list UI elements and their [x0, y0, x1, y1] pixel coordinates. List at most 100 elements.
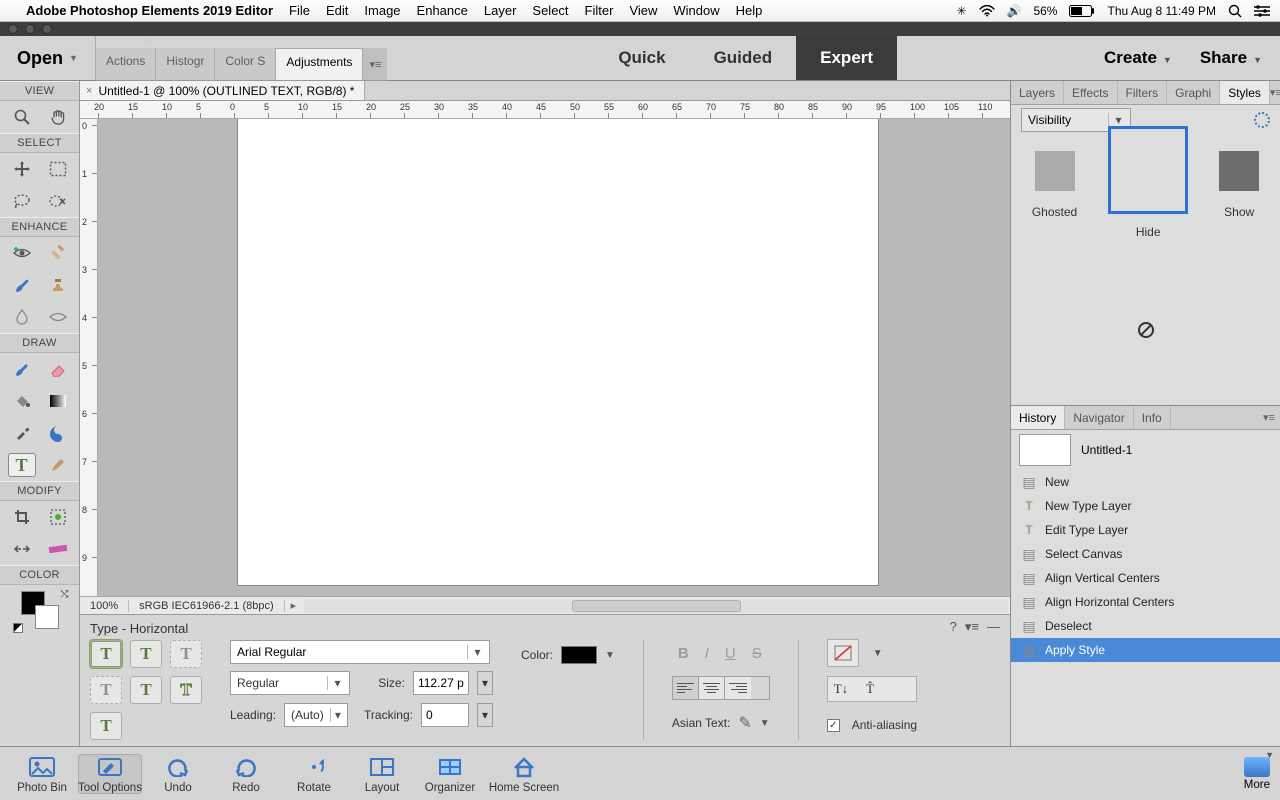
- history-item[interactable]: TNew Type Layer: [1011, 494, 1280, 518]
- wifi-icon[interactable]: [979, 5, 995, 17]
- clone-stamp-tool[interactable]: [44, 273, 72, 297]
- history-item[interactable]: ▤Align Vertical Centers: [1011, 566, 1280, 590]
- task-tool-options[interactable]: Tool Options: [78, 754, 142, 794]
- swap-colors-icon[interactable]: ⤭: [61, 589, 69, 600]
- type-on-selection-variant[interactable]: T: [90, 712, 122, 740]
- type-mask-vertical-variant[interactable]: T: [90, 676, 122, 704]
- recompose-tool[interactable]: [44, 505, 72, 529]
- tracking-input[interactable]: [421, 703, 469, 727]
- statusbar-flyout[interactable]: ▸: [285, 599, 303, 612]
- menu-layer[interactable]: Layer: [484, 3, 517, 18]
- app-name[interactable]: Adobe Photoshop Elements 2019 Editor: [26, 3, 273, 18]
- panel-tab-actions[interactable]: Actions×: [96, 48, 156, 80]
- content-aware-move-tool[interactable]: [8, 537, 36, 561]
- bottom-tabs-overflow[interactable]: ▾≡: [1258, 406, 1280, 429]
- control-center-icon[interactable]: [1254, 5, 1270, 17]
- zoom-tool[interactable]: [8, 105, 36, 129]
- align-left-button[interactable]: [673, 677, 699, 699]
- style-category-hide[interactable]: Hide: [1111, 151, 1185, 239]
- ruler-horizontal[interactable]: 2015105051015202530354045505560657075808…: [80, 101, 1010, 119]
- battery-icon[interactable]: [1069, 5, 1095, 17]
- task-home-screen[interactable]: Home Screen: [486, 754, 562, 794]
- type-horizontal-variant[interactable]: T: [90, 640, 122, 668]
- warp-dropdown[interactable]: ▼: [873, 648, 883, 659]
- lasso-tool[interactable]: [8, 189, 36, 213]
- history-item[interactable]: ▤Select Canvas: [1011, 542, 1280, 566]
- sponge-tool[interactable]: [44, 305, 72, 329]
- mode-quick[interactable]: Quick: [594, 36, 689, 80]
- type-mask-horizontal-variant[interactable]: T: [170, 640, 202, 668]
- anti-alias-checkbox[interactable]: ✓: [827, 719, 840, 732]
- move-tool[interactable]: [8, 157, 36, 181]
- asian-text-toggle[interactable]: ✎: [738, 713, 751, 733]
- warp-text-button[interactable]: [827, 639, 859, 667]
- open-button[interactable]: Open▼: [0, 36, 96, 80]
- tab-info[interactable]: Info: [1134, 406, 1171, 429]
- task-more[interactable]: More ▼: [1244, 757, 1270, 791]
- menu-window[interactable]: Window: [673, 3, 719, 18]
- share-button[interactable]: Share▼: [1200, 48, 1262, 68]
- type-tool[interactable]: T: [8, 453, 36, 477]
- canvas-area[interactable]: [98, 119, 1010, 596]
- volume-icon[interactable]: 🔊: [1007, 4, 1022, 18]
- panel-close-icon[interactable]: —: [987, 619, 1000, 635]
- type-color-swatch[interactable]: [561, 646, 597, 664]
- type-on-shape-variant[interactable]: T: [170, 676, 202, 704]
- mode-guided[interactable]: Guided: [690, 36, 797, 80]
- history-item[interactable]: ▤Apply Style: [1011, 638, 1280, 662]
- panel-tab-color-swatches[interactable]: Color S: [215, 48, 276, 80]
- tab-navigator[interactable]: Navigator: [1065, 406, 1133, 429]
- align-center-button[interactable]: [699, 677, 725, 699]
- style-category-ghosted[interactable]: Ghosted: [1032, 151, 1077, 239]
- menu-file[interactable]: File: [289, 3, 310, 18]
- task-layout[interactable]: Layout: [350, 754, 414, 794]
- font-size-input[interactable]: [413, 671, 469, 695]
- align-right-button[interactable]: [725, 677, 751, 699]
- menu-view[interactable]: View: [629, 3, 657, 18]
- menu-image[interactable]: Image: [364, 3, 400, 18]
- history-item[interactable]: TEdit Type Layer: [1011, 518, 1280, 542]
- font-family-select[interactable]: Arial Regular▾: [230, 640, 490, 664]
- default-colors-icon[interactable]: [13, 623, 23, 633]
- redeye-tool[interactable]: [8, 241, 36, 265]
- canvas-page[interactable]: [238, 119, 878, 585]
- menu-filter[interactable]: Filter: [585, 3, 614, 18]
- marquee-tool[interactable]: [44, 157, 72, 181]
- task-rotate[interactable]: Rotate: [282, 754, 346, 794]
- history-item[interactable]: ▤New: [1011, 470, 1280, 494]
- tab-graphics[interactable]: Graphi: [1167, 81, 1220, 104]
- eyedropper-tool[interactable]: [8, 421, 36, 445]
- underline-button[interactable]: U: [719, 642, 742, 664]
- text-orientation-horizontal[interactable]: T↓: [834, 681, 848, 697]
- hand-tool[interactable]: [44, 105, 72, 129]
- type-on-path-variant[interactable]: T: [130, 676, 162, 704]
- smart-brush-tool[interactable]: [8, 273, 36, 297]
- menu-help[interactable]: Help: [736, 3, 763, 18]
- right-tabs-overflow[interactable]: ▾≡: [1270, 81, 1280, 104]
- history-item[interactable]: ▤Deselect: [1011, 614, 1280, 638]
- menu-enhance[interactable]: Enhance: [417, 3, 468, 18]
- strikethrough-button[interactable]: S: [746, 642, 768, 664]
- task-undo[interactable]: Undo: [146, 754, 210, 794]
- menubar-clock[interactable]: Thu Aug 8 11:49 PM: [1107, 4, 1216, 18]
- bluetooth-icon[interactable]: ✳︎: [956, 4, 966, 18]
- mode-expert[interactable]: Expert: [796, 36, 897, 80]
- panel-tab-histogram[interactable]: Histogr: [156, 48, 215, 80]
- task-redo[interactable]: Redo: [214, 754, 278, 794]
- crop-tool[interactable]: [8, 505, 36, 529]
- blur-tool[interactable]: [8, 305, 36, 329]
- text-orientation-vertical[interactable]: T̂: [866, 681, 874, 697]
- ruler-vertical[interactable]: 0123456789: [80, 119, 98, 596]
- document-tab[interactable]: × Untitled-1 @ 100% (OUTLINED TEXT, RGB/…: [80, 81, 365, 100]
- gradient-tool[interactable]: [44, 389, 72, 413]
- tab-history[interactable]: History: [1011, 406, 1065, 429]
- tab-effects[interactable]: Effects: [1064, 81, 1117, 104]
- leading-select[interactable]: (Auto)▾: [284, 703, 348, 727]
- horizontal-scrollbar[interactable]: [304, 599, 1008, 613]
- help-icon[interactable]: ?: [950, 619, 957, 635]
- straighten-tool[interactable]: [44, 537, 72, 561]
- menu-edit[interactable]: Edit: [326, 3, 348, 18]
- background-color-swatch[interactable]: [35, 605, 59, 629]
- panel-tabs-overflow[interactable]: ▾≡: [363, 48, 387, 80]
- spot-heal-tool[interactable]: [44, 241, 72, 265]
